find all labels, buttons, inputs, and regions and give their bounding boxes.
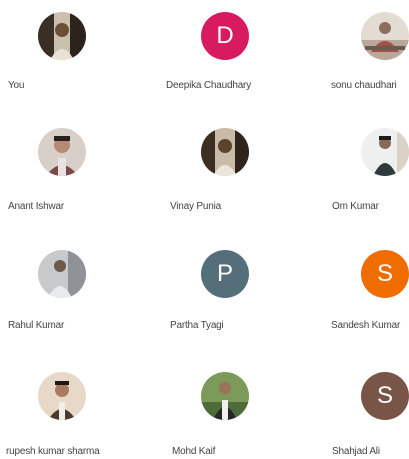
participant-avatar: P — [201, 250, 249, 298]
participant-tile[interactable]: P Partha Tyagi — [138, 232, 268, 342]
participant-name: Vinay Punia — [170, 201, 221, 212]
avatar-letter: D — [216, 22, 234, 49]
participant-avatar — [201, 128, 249, 176]
participant-avatar: D — [201, 12, 249, 60]
participant-tile[interactable]: D Deepika Chaudhary — [138, 0, 268, 110]
participant-avatar — [361, 128, 409, 176]
participant-name: Shahjad Ali — [332, 446, 380, 457]
person-photo-icon — [201, 128, 249, 176]
participant-name: sonu chaudhari — [331, 80, 397, 91]
participant-tile[interactable]: rupesh kumar sharma — [0, 348, 130, 458]
participant-tile[interactable]: Mohd Kaif — [138, 348, 268, 458]
person-photo-icon — [361, 128, 409, 176]
participant-name: Sandesh Kumar — [331, 320, 401, 331]
participant-avatar: S — [361, 372, 409, 420]
person-photo-icon — [201, 372, 249, 420]
participant-name: rupesh kumar sharma — [6, 446, 100, 457]
participant-avatar — [38, 372, 86, 420]
participant-name: Mohd Kaif — [172, 446, 216, 457]
avatar-letter: S — [376, 382, 393, 409]
person-photo-icon — [38, 372, 86, 420]
avatar-letter: P — [216, 260, 233, 287]
participant-grid: You D Deepika Chaudhary sonu chaudhari A… — [0, 0, 409, 459]
participant-tile[interactable]: Anant Ishwar — [0, 116, 130, 226]
participant-avatar — [38, 250, 86, 298]
participant-avatar — [38, 12, 86, 60]
participant-tile[interactable]: sonu chaudhari — [279, 0, 409, 110]
person-photo-icon — [361, 12, 409, 60]
participant-tile[interactable]: S Shahjad Ali — [279, 348, 409, 458]
participant-avatar — [201, 372, 249, 420]
participant-tile[interactable]: Rahul Kumar — [0, 232, 130, 342]
participant-avatar — [361, 12, 409, 60]
avatar-letter: S — [376, 260, 393, 287]
participant-name: Partha Tyagi — [170, 320, 224, 331]
person-photo-icon — [38, 128, 86, 176]
participant-name: Om Kumar — [332, 201, 379, 212]
participant-name: You — [8, 80, 25, 91]
person-photo-icon — [38, 250, 86, 298]
participant-tile[interactable]: Om Kumar — [279, 116, 409, 226]
person-photo-icon — [38, 12, 86, 60]
participant-avatar — [38, 128, 86, 176]
participant-name: Anant Ishwar — [8, 201, 64, 212]
participant-tile[interactable]: You — [0, 0, 130, 110]
participant-tile[interactable]: S Sandesh Kumar — [279, 232, 409, 342]
participant-avatar: S — [361, 250, 409, 298]
participant-name: Rahul Kumar — [8, 320, 65, 331]
participant-name: Deepika Chaudhary — [166, 80, 251, 91]
participant-tile[interactable]: Vinay Punia — [138, 116, 268, 226]
